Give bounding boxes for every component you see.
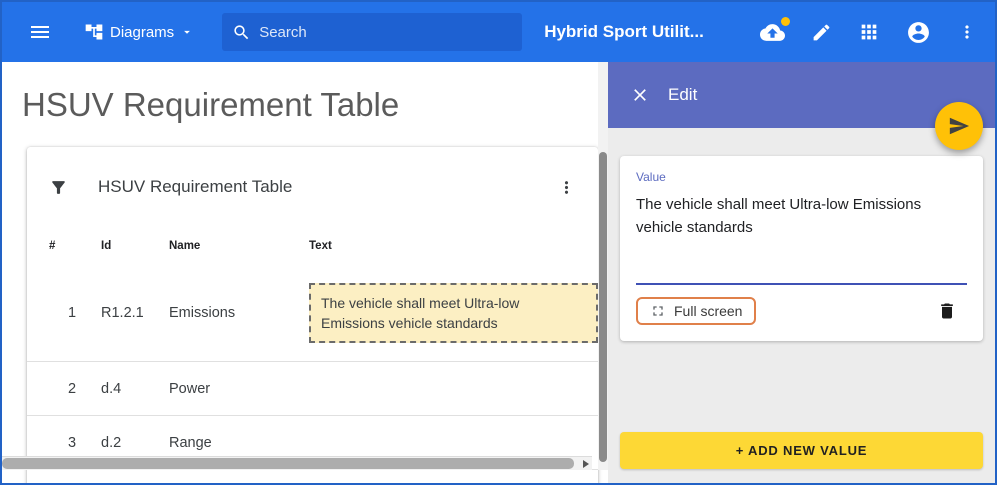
- value-field-text[interactable]: The vehicle shall meet Ultra-low Emissio…: [636, 194, 967, 239]
- app-window: Diagrams Hybrid Sport Utilit...: [0, 0, 997, 485]
- apps-grid-icon[interactable]: [858, 21, 880, 43]
- main-content: HSUV Requirement Table HSUV Requirement …: [2, 62, 608, 483]
- scroll-right-arrow[interactable]: [583, 460, 589, 468]
- search-input[interactable]: [259, 24, 489, 41]
- diagram-tree-icon: [84, 22, 104, 42]
- menu-icon[interactable]: [28, 20, 52, 44]
- row-id: d.2: [101, 435, 169, 451]
- table-row[interactable]: 2 d.4 Power: [27, 362, 598, 416]
- table-more-vert-icon[interactable]: [557, 178, 576, 197]
- table-header-row: # Id Name Text: [27, 227, 598, 265]
- cloud-sync-icon[interactable]: [760, 20, 785, 45]
- top-bar: Diagrams Hybrid Sport Utilit...: [2, 2, 995, 62]
- horizontal-scrollbar-thumb[interactable]: [2, 458, 574, 469]
- document-title: Hybrid Sport Utilit...: [544, 22, 704, 42]
- row-id: R1.2.1: [101, 305, 169, 321]
- value-actions: Full screen: [636, 297, 967, 325]
- row-id: d.4: [101, 381, 169, 397]
- value-field-label: Value: [636, 170, 967, 184]
- table-title: HSUV Requirement Table: [98, 177, 292, 197]
- row-number: 1: [49, 305, 101, 321]
- row-number: 2: [49, 381, 101, 397]
- table-toolbar: HSUV Requirement Table: [27, 147, 598, 227]
- account-icon[interactable]: [906, 20, 931, 45]
- vertical-scrollbar-thumb[interactable]: [599, 152, 607, 462]
- row-name: Emissions: [169, 305, 309, 321]
- value-field-underline: [636, 283, 967, 285]
- edit-pencil-icon[interactable]: [811, 22, 832, 43]
- table-row[interactable]: 1 R1.2.1 Emissions The vehicle shall mee…: [27, 265, 598, 362]
- row-number: 3: [49, 435, 101, 451]
- delete-icon[interactable]: [937, 301, 957, 321]
- page-title: HSUV Requirement Table: [22, 86, 608, 124]
- column-header-id: Id: [101, 240, 169, 252]
- close-icon[interactable]: [630, 85, 650, 105]
- fullscreen-icon: [650, 303, 666, 319]
- fullscreen-label: Full screen: [674, 303, 742, 319]
- filter-icon[interactable]: [49, 178, 68, 197]
- column-header-num: #: [49, 240, 101, 252]
- send-fab-button[interactable]: [935, 102, 983, 150]
- search-box[interactable]: [222, 13, 522, 51]
- selected-text-cell[interactable]: The vehicle shall meet Ultra-low Emissio…: [309, 283, 598, 344]
- fullscreen-button[interactable]: Full screen: [636, 297, 756, 325]
- panel-title: Edit: [668, 85, 697, 105]
- edit-panel: Edit Value The vehicle shall meet Ultra-…: [608, 62, 995, 483]
- diagrams-menu-button[interactable]: Diagrams: [84, 22, 194, 42]
- notification-badge: [781, 17, 790, 26]
- chevron-down-icon: [180, 25, 194, 39]
- horizontal-scrollbar[interactable]: [2, 456, 592, 470]
- requirement-table-card: HSUV Requirement Table # Id Name Text 1 …: [27, 147, 598, 483]
- topbar-actions: [760, 20, 977, 45]
- value-editor-card: Value The vehicle shall meet Ultra-low E…: [620, 156, 983, 341]
- row-name: Power: [169, 381, 309, 397]
- search-icon: [232, 23, 251, 42]
- column-header-text: Text: [309, 240, 598, 252]
- send-icon: [948, 115, 970, 137]
- more-vert-icon[interactable]: [957, 22, 977, 42]
- diagrams-label: Diagrams: [110, 24, 174, 41]
- column-header-name: Name: [169, 240, 309, 252]
- add-new-value-button[interactable]: + ADD NEW VALUE: [620, 432, 983, 469]
- row-name: Range: [169, 435, 309, 451]
- vertical-scrollbar[interactable]: [598, 62, 608, 470]
